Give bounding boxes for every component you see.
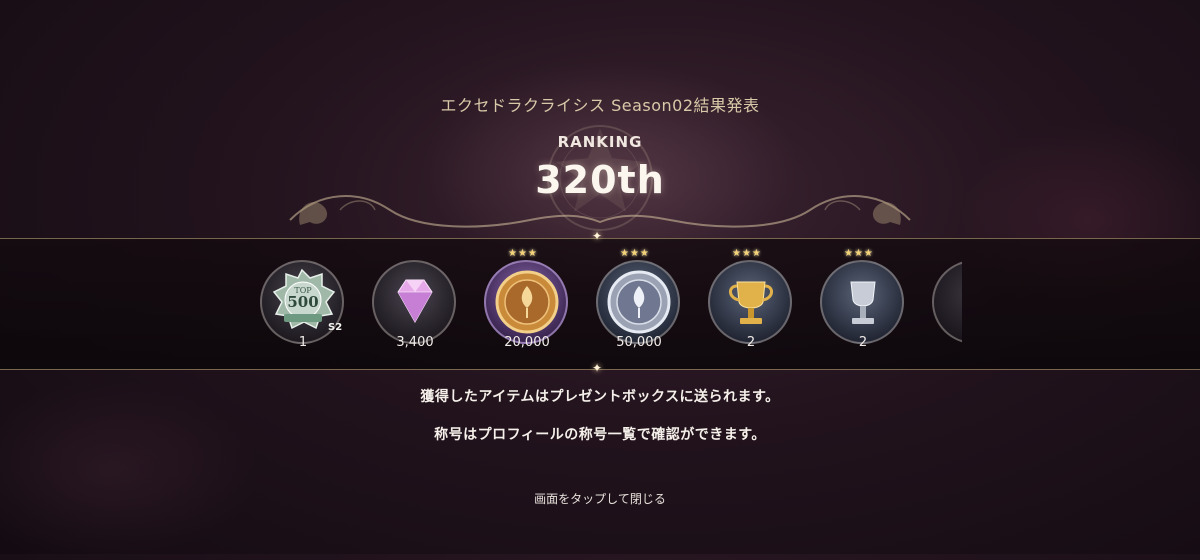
sparkle-icon: ✦ [592, 361, 603, 375]
svg-text:500: 500 [287, 293, 318, 311]
sparkle-icon: ✦ [592, 229, 603, 243]
reward-item[interactable]: ★★★ 2 [706, 248, 796, 356]
reward-item[interactable]: TOP 500 S2 1 [258, 256, 348, 356]
present-box-notice: 獲得したアイテムはプレゼントボックスに送られます。 [420, 389, 780, 405]
reward-item-partial[interactable] [932, 260, 962, 344]
reward-item[interactable]: ★★★ 50,000 [594, 248, 684, 356]
rarity-stars: ★★★ [732, 248, 762, 259]
reward-item[interactable]: 3,400 [370, 256, 460, 356]
ranking-label: RANKING [557, 133, 643, 151]
rarity-stars: ★★★ [844, 248, 874, 259]
reward-quantity: 50,000 [616, 335, 662, 350]
reward-item[interactable]: ★★★ 2 [818, 248, 908, 356]
reward-quantity: 2 [858, 335, 868, 350]
svg-text:S2: S2 [328, 322, 342, 333]
reward-quantity: 20,000 [504, 335, 550, 350]
title-profile-notice: 称号はプロフィールの称号一覧で確認ができます。 [434, 427, 766, 443]
reward-quantity: 3,400 [396, 335, 434, 350]
reward-frame [932, 260, 962, 344]
rank-value: 320th [535, 158, 665, 202]
rarity-stars: ★★★ [620, 248, 650, 259]
rarity-stars: ★★★ [508, 248, 538, 259]
tap-to-close-label[interactable]: 画面をタップして閉じる [0, 490, 1200, 507]
reward-quantity: 2 [746, 335, 756, 350]
reward-item[interactable]: ★★★ 20,000 [482, 248, 572, 356]
season-result-title: エクセドラクライシス Season02結果発表 [440, 96, 760, 115]
reward-quantity: 1 [298, 335, 308, 350]
background-shape [0, 380, 260, 560]
